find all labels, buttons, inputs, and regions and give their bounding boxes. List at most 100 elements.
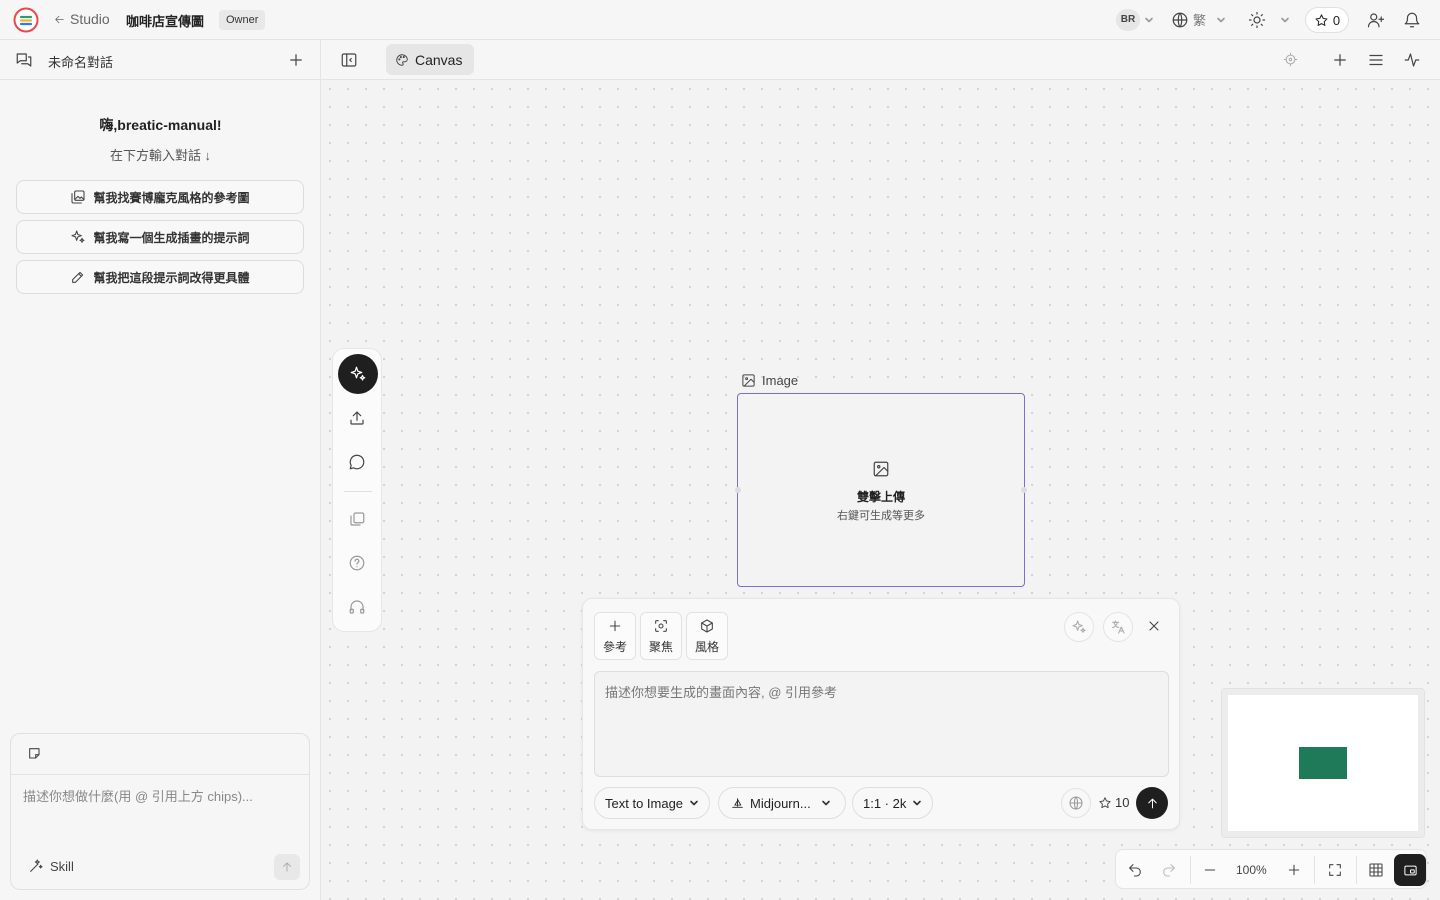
tab-canvas[interactable]: Canvas	[386, 44, 474, 75]
app-logo-icon[interactable]	[13, 7, 39, 33]
prompt-input[interactable]	[595, 672, 1168, 776]
chat-input[interactable]	[23, 786, 299, 836]
chat-title[interactable]: 未命名對話	[48, 52, 113, 71]
skill-button[interactable]: Skill	[28, 858, 74, 874]
sparkles-icon	[350, 366, 366, 381]
plus-icon[interactable]	[1331, 51, 1349, 69]
role-badge: Owner	[219, 10, 266, 30]
zoom-divider	[1356, 856, 1357, 884]
model-select[interactable]: Midjourn...	[718, 787, 846, 819]
assets-icon[interactable]	[348, 510, 366, 528]
chat-bubble-icon[interactable]	[348, 453, 366, 471]
zoom-level[interactable]: 100%	[1236, 863, 1267, 877]
plus-icon	[609, 620, 621, 631]
node-label-text: Image	[762, 373, 799, 388]
chat-composer: Skill	[10, 733, 310, 890]
add-user-icon[interactable]	[1367, 11, 1385, 29]
chip-label: 參考	[602, 639, 627, 654]
zoom-out-icon[interactable]	[1202, 862, 1218, 878]
user-avatar[interactable]: BR	[1116, 9, 1140, 31]
project-title[interactable]: 咖啡店宣傳圖	[126, 11, 204, 30]
ratio-label: 1:1 · 2k	[863, 795, 907, 811]
composer-toolbar	[11, 734, 309, 775]
gallery-icon	[71, 190, 86, 204]
reference-chip[interactable]: 參考	[594, 612, 636, 660]
sidebar-toggle-icon[interactable]	[340, 51, 358, 69]
skill-label: Skill	[50, 858, 74, 874]
undo-icon[interactable]	[1127, 862, 1143, 878]
magic-wand-icon	[30, 859, 43, 872]
bell-icon[interactable]	[1403, 11, 1421, 29]
locate-icon[interactable]	[1283, 52, 1298, 67]
language-label: 繁	[1193, 13, 1207, 28]
top-bar: Studio 咖啡店宣傳圖 Owner BR 繁 0	[0, 0, 1440, 40]
mode-label: Text to Image	[605, 795, 684, 811]
star-icon	[1315, 13, 1328, 26]
redo-icon[interactable]	[1161, 862, 1177, 878]
credits-count: 0	[1332, 12, 1341, 28]
focus-chip[interactable]: 聚焦	[640, 612, 682, 660]
activity-icon[interactable]	[1403, 51, 1421, 69]
sparkles-icon	[71, 230, 86, 243]
chevron-down-icon[interactable]	[1144, 15, 1154, 25]
model-label: Midjourn...	[750, 795, 811, 811]
suggestion-chip[interactable]: 幫我把這段提示詞改得更具體	[16, 260, 304, 294]
credits-button[interactable]: 0	[1305, 7, 1349, 33]
ai-generate-button[interactable]	[338, 354, 378, 394]
credit-cost: 10	[1098, 795, 1129, 810]
zoom-in-icon[interactable]	[1286, 862, 1302, 878]
chevron-down-icon[interactable]	[1216, 15, 1226, 25]
palette-icon	[396, 53, 408, 66]
focus-icon	[655, 619, 667, 632]
suggestion-label: 幫我把這段提示詞改得更具體	[93, 270, 250, 285]
close-icon[interactable]	[1146, 618, 1162, 634]
plus-icon[interactable]	[287, 51, 305, 69]
grid-icon[interactable]	[1368, 862, 1384, 878]
help-icon[interactable]	[348, 554, 366, 572]
upload-icon[interactable]	[348, 409, 366, 427]
chevron-down-icon[interactable]	[1280, 15, 1290, 25]
menu-icon[interactable]	[1367, 51, 1385, 69]
minimap[interactable]	[1221, 688, 1425, 838]
sailboat-icon	[732, 797, 743, 808]
cube-icon	[701, 618, 713, 633]
language-switcher[interactable]: 繁	[1171, 10, 1206, 29]
chip-label: 風格	[694, 639, 719, 654]
note-icon[interactable]	[27, 746, 43, 762]
suggestion-chip[interactable]: 幫我找賽博龐克風格的參考圖	[16, 180, 304, 214]
arrow-up-icon	[1147, 798, 1157, 808]
hint-text: 在下方輸入對話 ↓	[109, 148, 212, 163]
greeting-text: 嗨,breatic-manual!	[99, 117, 222, 133]
image-node[interactable]: 雙擊上傳 右鍵可生成等更多	[735, 393, 1027, 587]
generate-button[interactable]	[1136, 787, 1168, 819]
translate-button[interactable]	[1103, 612, 1133, 642]
chevron-down-icon	[690, 800, 698, 806]
arrow-left-icon	[55, 15, 64, 23]
globe-icon	[1069, 796, 1083, 810]
chat-history-icon[interactable]	[15, 51, 33, 69]
generation-panel: 參考 聚焦 風格 Text to Image Midjourn... 1:1 ·…	[582, 598, 1180, 830]
sun-icon[interactable]	[1248, 11, 1266, 29]
image-icon	[742, 374, 755, 387]
back-to-studio-link[interactable]: Studio	[53, 11, 110, 27]
canvas-header: Canvas	[321, 40, 1440, 80]
ratio-select[interactable]: 1:1 · 2k	[852, 787, 934, 819]
fit-screen-icon[interactable]	[1327, 862, 1343, 878]
tool-rail	[332, 348, 382, 632]
sparkles-icon	[1072, 620, 1086, 633]
node-label: Image	[741, 373, 798, 388]
suggestion-label: 幫我寫一個生成插畫的提示詞	[93, 230, 250, 245]
enhance-prompt-button[interactable]	[1064, 612, 1094, 642]
chevron-down-icon	[821, 800, 830, 806]
chat-send-button[interactable]	[274, 854, 300, 880]
image-icon	[873, 461, 889, 477]
suggestion-label: 幫我找賽博龐克風格的參考圖	[93, 190, 250, 205]
headphones-icon[interactable]	[348, 598, 366, 616]
upload-subtitle: 右鍵可生成等更多	[837, 510, 925, 522]
mode-select[interactable]: Text to Image	[594, 787, 711, 819]
web-search-toggle[interactable]	[1061, 788, 1091, 818]
style-chip[interactable]: 風格	[686, 612, 728, 660]
zoom-toolbar: 100%	[1115, 849, 1427, 889]
suggestion-chip[interactable]: 幫我寫一個生成插畫的提示詞	[16, 220, 304, 254]
minimap-toggle-button[interactable]	[1394, 854, 1426, 886]
